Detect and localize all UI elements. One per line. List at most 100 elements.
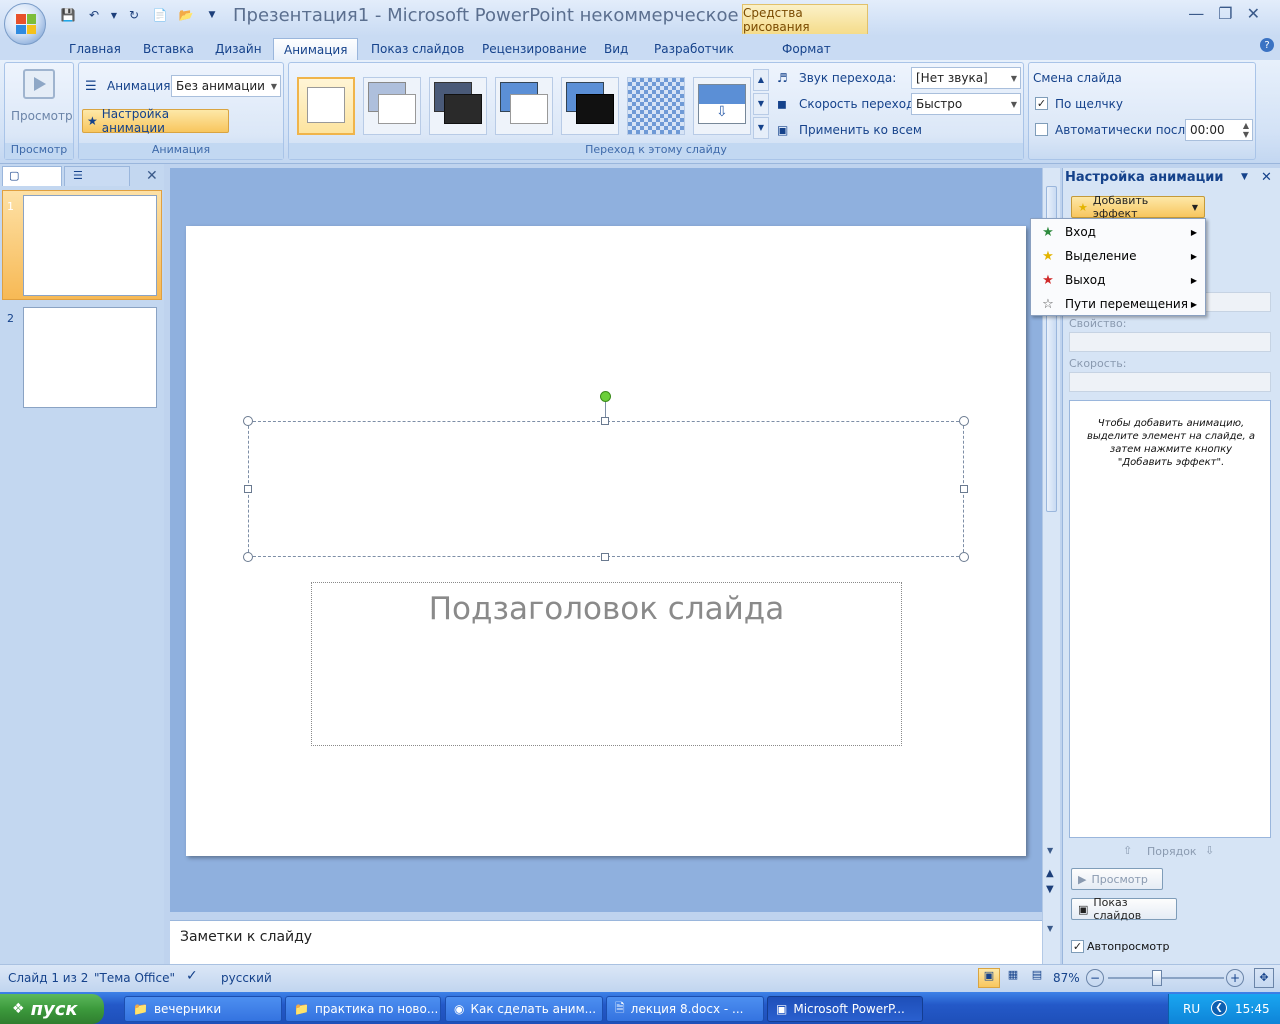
slideshow-view-icon[interactable]: ▤	[1026, 968, 1048, 988]
start-button[interactable]: ❖ пуск	[0, 994, 104, 1024]
tab-slides[interactable]: ▢	[2, 166, 62, 186]
customize-qat-icon[interactable]: ▼	[202, 6, 222, 24]
speed-select[interactable]: Быстро ▼	[911, 93, 1021, 115]
transition-fade-smoothly-thumb[interactable]	[363, 77, 421, 135]
rotation-handle[interactable]	[600, 391, 611, 402]
preview-button[interactable]: ▶ Просмотр	[1071, 868, 1163, 890]
zoom-out-icon[interactable]: −	[1086, 969, 1104, 987]
tab-review[interactable]: Рецензирование	[482, 38, 587, 60]
next-slide-icon[interactable]: ▼	[1046, 884, 1054, 895]
tab-home[interactable]: Главная	[69, 38, 121, 60]
close-pane-icon[interactable]: ✕	[146, 168, 158, 184]
resize-handle[interactable]	[959, 552, 969, 562]
new-document-icon[interactable]: 📄	[150, 6, 170, 24]
zoom-slider-track[interactable]	[1108, 977, 1224, 979]
subtitle-placeholder[interactable]: Подзаголовок слайда	[311, 582, 902, 746]
gallery-more-icon[interactable]: ▼	[753, 117, 769, 139]
scroll-down-icon[interactable]: ▼	[1047, 846, 1053, 855]
office-button[interactable]	[4, 3, 46, 45]
auto-after-spinner[interactable]: 00:00 ▲ ▼	[1185, 119, 1253, 141]
on-click-checkbox[interactable]: ✓	[1035, 97, 1048, 110]
autopreview-checkbox[interactable]: ✓	[1071, 940, 1084, 953]
gallery-down-icon[interactable]: ▼	[753, 93, 769, 115]
slide-thumb-2[interactable]	[23, 307, 157, 408]
menu-item-emphasis[interactable]: ★ Выделение ▶	[1031, 245, 1205, 267]
resize-handle[interactable]	[243, 416, 253, 426]
taskbar-item[interactable]: 🗎 лекция 8.docx - ...	[606, 996, 764, 1022]
language-indicator[interactable]: RU	[1183, 1002, 1200, 1016]
title-placeholder[interactable]	[248, 421, 964, 557]
transition-none-thumb[interactable]	[297, 77, 355, 135]
open-folder-icon[interactable]: 📂	[176, 6, 196, 24]
notes-pane[interactable]: Заметки к слайду	[170, 920, 1042, 964]
preview-icon	[23, 69, 55, 99]
previous-slide-icon[interactable]: ▲	[1046, 868, 1054, 879]
transition-dissolve-thumb[interactable]	[627, 77, 685, 135]
spin-down-icon[interactable]: ▼	[1243, 130, 1249, 139]
tab-design[interactable]: Дизайн	[215, 38, 262, 60]
zoom-slider-thumb[interactable]	[1152, 970, 1162, 986]
restore-icon[interactable]: ❐	[1218, 4, 1232, 23]
tab-slideshow[interactable]: Показ слайдов	[371, 38, 464, 60]
resize-handle[interactable]	[601, 553, 609, 561]
menu-item-motion-paths[interactable]: ☆ Пути перемещения ▶	[1031, 293, 1205, 315]
tray-expand-icon[interactable]: ❮	[1211, 1000, 1227, 1016]
tab-animation[interactable]: Анимация	[273, 38, 359, 60]
apply-all-button[interactable]: Применить ко всем	[799, 123, 922, 137]
minimize-icon[interactable]: —	[1188, 4, 1204, 23]
resize-handle[interactable]	[601, 417, 609, 425]
resize-handle[interactable]	[243, 552, 253, 562]
slide-sorter-icon[interactable]: ▦	[1002, 968, 1024, 988]
resize-handle[interactable]	[959, 416, 969, 426]
spellcheck-icon[interactable]: ✓	[186, 968, 198, 984]
gallery-up-icon[interactable]: ▲	[753, 69, 769, 91]
slideshow-button[interactable]: ▣ Показ слайдов	[1071, 896, 1177, 922]
move-up-icon[interactable]: ⇧	[1123, 844, 1132, 857]
zoom-level[interactable]: 87%	[1053, 971, 1080, 985]
taskbar-item[interactable]: 📁 вечерники	[124, 996, 282, 1022]
save-icon[interactable]: 💾	[58, 6, 78, 24]
transition-fade-through-black-thumb[interactable]	[429, 77, 487, 135]
transition-wipe-down-thumb[interactable]: ⇩	[693, 77, 751, 135]
undo-dropdown-icon[interactable]: ▼	[110, 6, 118, 24]
resize-handle[interactable]	[960, 485, 968, 493]
preview-button[interactable]: Просмотр	[11, 109, 73, 123]
spin-up-icon[interactable]: ▲	[1243, 121, 1249, 130]
sound-select[interactable]: [Нет звука] ▼	[911, 67, 1021, 89]
scroll-down-icon[interactable]: ▼	[1047, 924, 1053, 933]
tab-developer[interactable]: Разработчик	[654, 38, 734, 60]
tab-insert[interactable]: Вставка	[143, 38, 194, 60]
transition-cut-through-black-thumb[interactable]	[561, 77, 619, 135]
close-pane-icon[interactable]: ✕	[1261, 170, 1272, 185]
add-effect-menu: ★ Вход ▶ ★ Выделение ▶ ★ Выход ▶ ☆ Пути …	[1030, 218, 1206, 316]
redo-icon[interactable]: ↻	[124, 6, 144, 24]
property-select[interactable]	[1069, 332, 1271, 352]
add-effect-button[interactable]: ★ Добавить эффект ▼	[1071, 194, 1205, 220]
undo-icon[interactable]: ↶	[84, 6, 104, 24]
tab-outline[interactable]: ☰	[64, 166, 130, 186]
tab-view[interactable]: Вид	[604, 38, 628, 60]
menu-item-exit[interactable]: ★ Выход ▶	[1031, 269, 1205, 291]
auto-after-checkbox[interactable]	[1035, 123, 1048, 136]
taskbar-item[interactable]: 📁 практика по ново...	[285, 996, 441, 1022]
menu-item-entrance[interactable]: ★ Вход ▶	[1031, 221, 1205, 243]
taskbar-item[interactable]: ◉ Как сделать аним...	[445, 996, 603, 1022]
help-icon[interactable]: ?	[1260, 38, 1274, 52]
custom-animation-button[interactable]: ★ Настройка анимации	[82, 107, 229, 135]
animation-list[interactable]: Чтобы добавить анимацию, выделите элемен…	[1069, 400, 1271, 838]
exit-star-icon: ★	[1042, 272, 1054, 288]
slide-thumb-1[interactable]	[23, 195, 157, 296]
speed-select[interactable]	[1069, 372, 1271, 392]
resize-handle[interactable]	[244, 485, 252, 493]
speed-select-value: Быстро	[916, 97, 963, 111]
fit-to-window-icon[interactable]: ✥	[1254, 968, 1274, 988]
move-down-icon[interactable]: ⇩	[1205, 844, 1214, 857]
animation-select[interactable]: Без анимации ▼	[171, 75, 281, 97]
close-icon[interactable]: ✕	[1247, 4, 1260, 23]
tab-format[interactable]: Формат	[782, 38, 831, 60]
taskbar-item-active[interactable]: ▣ Microsoft PowerP...	[767, 996, 923, 1022]
transition-cut-thumb[interactable]	[495, 77, 553, 135]
zoom-in-icon[interactable]: +	[1226, 969, 1244, 987]
pane-options-icon[interactable]: ▼	[1241, 172, 1248, 182]
normal-view-icon[interactable]: ▣	[978, 968, 1000, 988]
